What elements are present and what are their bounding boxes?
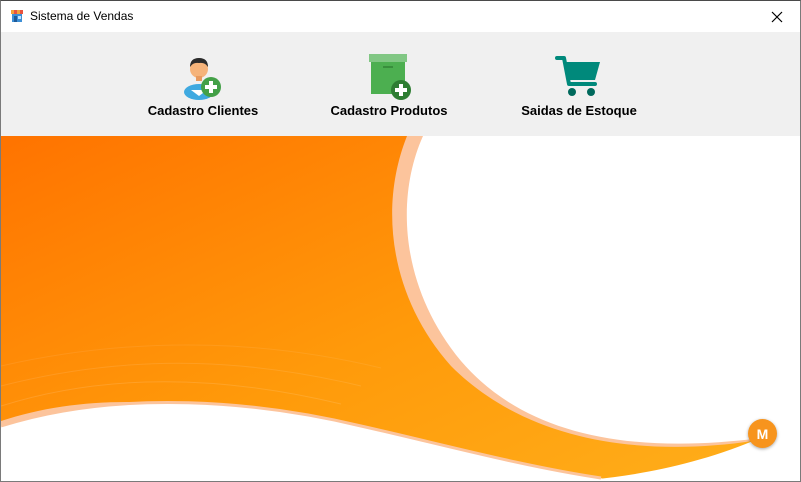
m-logo-badge[interactable]: M <box>748 419 777 448</box>
window-title: Sistema de Vendas <box>30 9 134 23</box>
close-button[interactable] <box>754 1 800 32</box>
close-icon <box>771 11 783 22</box>
saidas-de-estoque-button[interactable]: Saidas de Estoque <box>515 32 643 136</box>
title-bar[interactable]: Sistema de Vendas <box>1 1 800 32</box>
cadastro-clientes-button[interactable]: Cadastro Clientes <box>141 32 265 136</box>
cadastro-produtos-label: Cadastro Produtos <box>330 103 448 118</box>
cadastro-clientes-label: Cadastro Clientes <box>147 103 259 118</box>
add-product-box-icon <box>369 54 411 100</box>
main-window: Sistema de Vendas Cadastro Clientes Cada… <box>0 0 801 482</box>
store-icon <box>11 10 23 22</box>
orange-wave-banner <box>1 136 800 481</box>
shopping-cart-icon <box>555 56 600 96</box>
cadastro-produtos-button[interactable]: Cadastro Produtos <box>325 32 453 136</box>
toolbar: Cadastro Clientes Cadastro Produtos Said… <box>1 32 800 136</box>
add-user-icon <box>184 58 221 100</box>
saidas-de-estoque-label: Saidas de Estoque <box>521 103 637 118</box>
